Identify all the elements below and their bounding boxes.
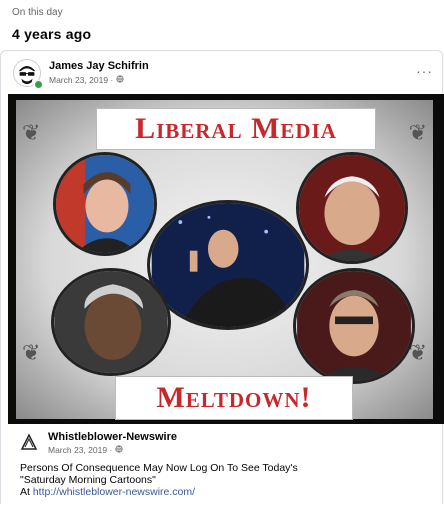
- post-text-line-2: "Saturday Morning Cartoons": [20, 474, 156, 486]
- globe-icon: [116, 75, 124, 85]
- banner-title-bottom: Meltdown!: [115, 376, 353, 420]
- portrait-bottom-right: [293, 268, 415, 384]
- more-options-button[interactable]: ···: [416, 63, 433, 79]
- shared-image[interactable]: ❦ ❦ ❦ ❦ Liberal Media Meltdown!: [8, 94, 444, 424]
- memory-post-card: James Jay Schifrin March 23, 2019 · ··· …: [0, 50, 444, 505]
- ornament-icon: ❦: [22, 120, 41, 145]
- post-meta: March 23, 2019 ·: [49, 75, 124, 85]
- shared-source-name[interactable]: Whistleblower-Newswire: [48, 431, 177, 443]
- on-this-day-label: On this day: [12, 7, 63, 18]
- globe-icon: [115, 445, 123, 455]
- post-text-line-3: At http://whistleblower-newswire.com/: [20, 486, 440, 498]
- memory-header: On this day 4 years ago: [12, 6, 91, 44]
- banner-title-top: Liberal Media: [96, 108, 376, 150]
- post-header: James Jay Schifrin March 23, 2019 · ···: [9, 59, 437, 93]
- post-text-line-1: Persons Of Consequence May Now Log On To…: [20, 462, 298, 474]
- ornament-icon: ❦: [408, 120, 427, 145]
- shared-post-footer: Whistleblower-Newswire March 23, 2019 · …: [8, 424, 444, 505]
- portrait-top-left: [53, 152, 157, 256]
- online-status-dot: [34, 80, 43, 89]
- post-author-name[interactable]: James Jay Schifrin: [49, 60, 149, 72]
- post-date[interactable]: March 23, 2019 ·: [49, 75, 113, 85]
- link-prefix: At: [20, 486, 33, 498]
- newswire-logo-icon: [20, 433, 38, 451]
- banner-background: ❦ ❦ ❦ ❦ Liberal Media Meltdown!: [16, 100, 433, 420]
- shared-meta: March 23, 2019 ·: [48, 445, 123, 455]
- newswire-link[interactable]: http://whistleblower-newswire.com/: [33, 486, 195, 498]
- shared-date[interactable]: March 23, 2019 ·: [48, 445, 112, 455]
- ornament-icon: ❦: [22, 340, 41, 365]
- portrait-center: [147, 200, 309, 330]
- shared-post-text: Persons Of Consequence May Now Log On To…: [20, 462, 440, 498]
- portrait-bottom-left: [51, 268, 171, 376]
- years-ago-heading: 4 years ago: [12, 26, 92, 42]
- portrait-top-right: [296, 152, 408, 264]
